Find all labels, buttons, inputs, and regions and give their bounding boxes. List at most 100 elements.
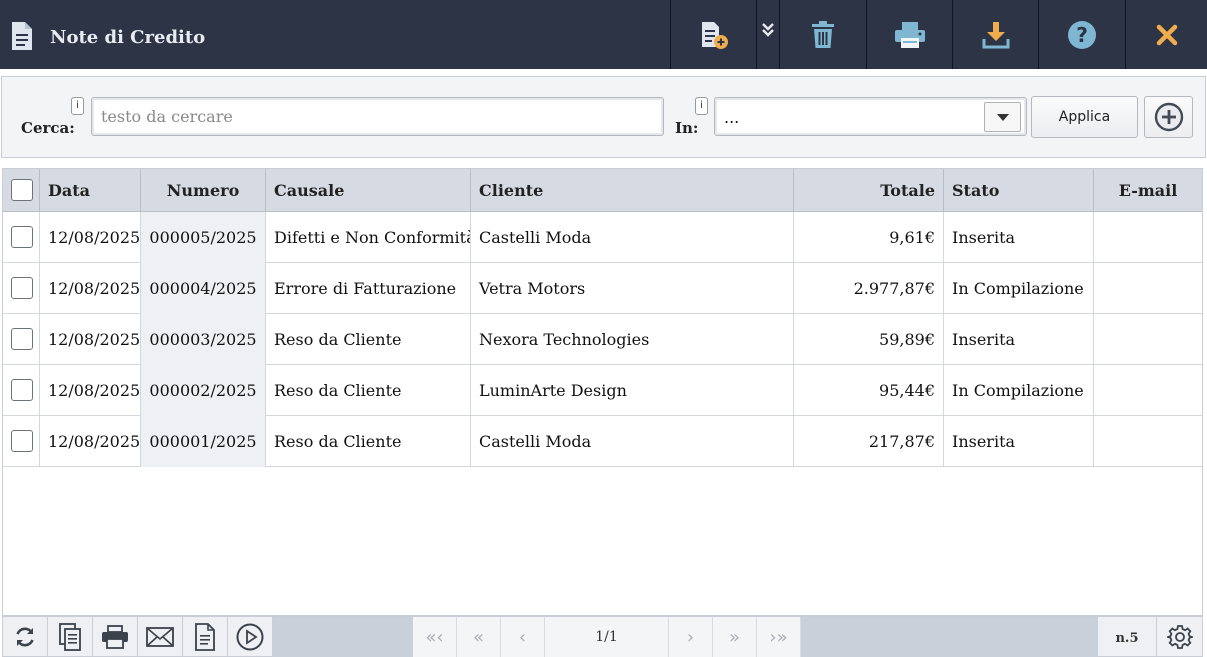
row-select-cell xyxy=(3,365,40,416)
cell-data: 12/08/2025 xyxy=(40,314,141,365)
select-all-header xyxy=(3,169,40,212)
cell-cliente: Castelli Moda xyxy=(471,212,794,263)
header-email[interactable]: E-mail xyxy=(1094,169,1202,212)
cell-data: 12/08/2025 xyxy=(40,212,141,263)
cell-stato: Inserita xyxy=(944,212,1094,263)
play-button[interactable] xyxy=(228,617,273,657)
help-button[interactable]: ? xyxy=(1038,0,1125,69)
cell-causale: Reso da Cliente xyxy=(266,314,471,365)
header-totale[interactable]: Totale xyxy=(794,169,944,212)
search-field-select[interactable]: ... xyxy=(714,97,1027,136)
page-title: Note di Credito xyxy=(50,27,206,48)
document-icon xyxy=(12,22,32,50)
document-icon xyxy=(195,623,215,651)
print-button[interactable] xyxy=(866,0,952,69)
help-icon: ? xyxy=(1068,20,1096,49)
new-document-button[interactable] xyxy=(670,0,756,69)
cell-data: 12/08/2025 xyxy=(40,365,141,416)
row-checkbox[interactable] xyxy=(11,328,33,350)
search-in-label: In: xyxy=(675,119,699,137)
apply-button[interactable]: Applica xyxy=(1031,96,1138,138)
print-icon xyxy=(102,625,128,649)
cell-causale: Reso da Cliente xyxy=(266,416,471,467)
cell-numero: 000004/2025 xyxy=(141,263,266,314)
copy-button[interactable] xyxy=(48,617,93,657)
email-button[interactable] xyxy=(138,617,183,657)
table-row[interactable]: 12/08/2025 000001/2025 Reso da Cliente C… xyxy=(3,416,1202,467)
footer-toolbar: «‹ « ‹ 1/1 › » ›» n.5 xyxy=(2,616,1203,657)
table-row[interactable]: 12/08/2025 000003/2025 Reso da Cliente N… xyxy=(3,314,1202,365)
settings-button[interactable] xyxy=(1157,617,1202,657)
refresh-icon xyxy=(16,627,34,647)
page-indicator: 1/1 xyxy=(545,617,669,657)
cell-stato: In Compilazione xyxy=(944,263,1094,314)
dropdown-arrow[interactable] xyxy=(984,102,1021,132)
header-numero[interactable]: Numero xyxy=(141,169,266,212)
cell-totale: 2.977,87€ xyxy=(794,263,944,314)
toolbar-spacer xyxy=(273,617,413,657)
cell-cliente: LuminArte Design xyxy=(471,365,794,416)
cell-numero: 000005/2025 xyxy=(141,212,266,263)
close-button[interactable] xyxy=(1125,0,1207,69)
row-checkbox[interactable] xyxy=(11,226,33,248)
svg-text:?: ? xyxy=(1076,23,1088,47)
fast-next-button[interactable]: » xyxy=(713,617,757,657)
fast-prev-button[interactable]: « xyxy=(457,617,501,657)
search-info-icon[interactable]: i xyxy=(71,97,84,115)
next-page-button[interactable]: › xyxy=(669,617,713,657)
cell-totale: 95,44€ xyxy=(794,365,944,416)
record-count: n.5 xyxy=(1098,617,1157,657)
cell-numero: 000001/2025 xyxy=(141,416,266,467)
credit-notes-table: Data Numero Causale Cliente Totale Stato… xyxy=(2,168,1203,616)
cell-email xyxy=(1094,314,1202,365)
table-row[interactable]: 12/08/2025 000005/2025 Difetti e Non Con… xyxy=(3,212,1202,263)
row-select-cell xyxy=(3,314,40,365)
gear-icon xyxy=(1166,625,1193,649)
search-in-info-icon[interactable]: i xyxy=(695,97,708,115)
header-causale[interactable]: Causale xyxy=(266,169,471,212)
document-button[interactable] xyxy=(183,617,228,657)
cell-stato: Inserita xyxy=(944,314,1094,365)
cell-causale: Reso da Cliente xyxy=(266,365,471,416)
print-icon xyxy=(894,21,925,48)
cell-email xyxy=(1094,212,1202,263)
title-bar: Note di Credito ? xyxy=(0,0,1207,69)
first-page-button[interactable]: «‹ xyxy=(413,617,457,657)
row-select-cell xyxy=(3,263,40,314)
cell-cliente: Castelli Moda xyxy=(471,416,794,467)
cell-totale: 59,89€ xyxy=(794,314,944,365)
search-label: Cerca: xyxy=(21,119,75,137)
footer-print-button[interactable] xyxy=(93,617,138,657)
add-filter-button[interactable] xyxy=(1144,96,1193,138)
plus-circle-icon xyxy=(1154,102,1183,132)
trash-icon xyxy=(812,20,834,48)
cell-stato: In Compilazione xyxy=(944,365,1094,416)
cell-data: 12/08/2025 xyxy=(40,416,141,467)
expand-menu-button[interactable] xyxy=(756,0,779,69)
play-circle-icon xyxy=(236,623,264,651)
caret-down-icon xyxy=(996,113,1009,121)
table-row[interactable]: 12/08/2025 000002/2025 Reso da Cliente L… xyxy=(3,365,1202,416)
row-checkbox[interactable] xyxy=(11,430,33,452)
delete-button[interactable] xyxy=(779,0,866,69)
cell-data: 12/08/2025 xyxy=(40,263,141,314)
refresh-button[interactable] xyxy=(3,617,48,657)
select-all-checkbox[interactable] xyxy=(11,179,33,201)
header-stato[interactable]: Stato xyxy=(944,169,1094,212)
table-row[interactable]: 12/08/2025 000004/2025 Errore di Fattura… xyxy=(3,263,1202,314)
search-input[interactable] xyxy=(91,97,664,136)
prev-page-button[interactable]: ‹ xyxy=(501,617,545,657)
cell-email xyxy=(1094,416,1202,467)
envelope-icon xyxy=(146,627,174,647)
copy-icon xyxy=(59,623,81,651)
row-checkbox[interactable] xyxy=(11,277,33,299)
last-page-button[interactable]: ›» xyxy=(757,617,801,657)
download-button[interactable] xyxy=(952,0,1038,69)
new-document-icon xyxy=(701,21,728,49)
row-select-cell xyxy=(3,212,40,263)
header-cliente[interactable]: Cliente xyxy=(471,169,794,212)
row-checkbox[interactable] xyxy=(11,379,33,401)
close-icon xyxy=(1156,24,1177,45)
toolbar-spacer xyxy=(801,617,1098,657)
header-data[interactable]: Data xyxy=(40,169,141,212)
